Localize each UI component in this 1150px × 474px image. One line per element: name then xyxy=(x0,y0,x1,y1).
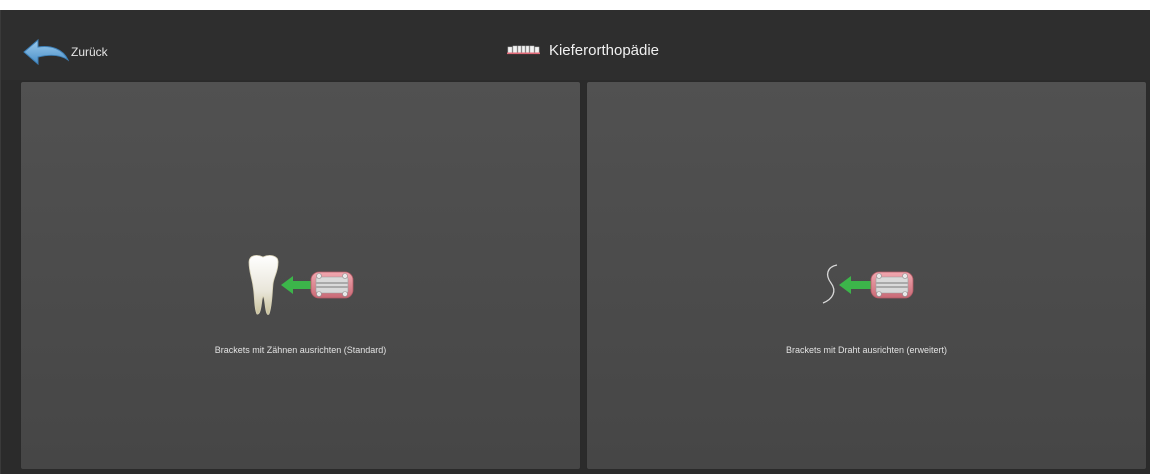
option-align-with-wire[interactable]: Brackets mit Draht ausrichten (erweitert… xyxy=(586,81,1147,470)
arrow-left-icon xyxy=(838,276,871,294)
page-title: Kieferorthopädie xyxy=(548,41,660,59)
wire-bracket-illustration xyxy=(822,264,913,304)
dentition-icon xyxy=(506,45,540,55)
tooth-icon xyxy=(248,255,278,315)
header-bar: Zurück Kieferorthopädie xyxy=(1,10,1150,80)
title-area: Kieferorthopädie xyxy=(1,10,1150,80)
arrow-left-icon xyxy=(280,276,311,294)
title-group: Kieferorthopädie xyxy=(506,41,660,59)
bracket-icon xyxy=(870,271,913,299)
option-label: Brackets mit Draht ausrichten (erweitert… xyxy=(785,345,948,355)
app-window: Zurück Kieferorthopädie Brackets mit Zäh… xyxy=(0,10,1150,474)
bracket-icon xyxy=(310,271,353,299)
wire-icon xyxy=(822,264,837,304)
teeth-bracket-illustration xyxy=(248,255,353,315)
option-label: Brackets mit Zähnen ausrichten (Standard… xyxy=(214,345,387,355)
option-align-with-teeth[interactable]: Brackets mit Zähnen ausrichten (Standard… xyxy=(20,81,581,470)
